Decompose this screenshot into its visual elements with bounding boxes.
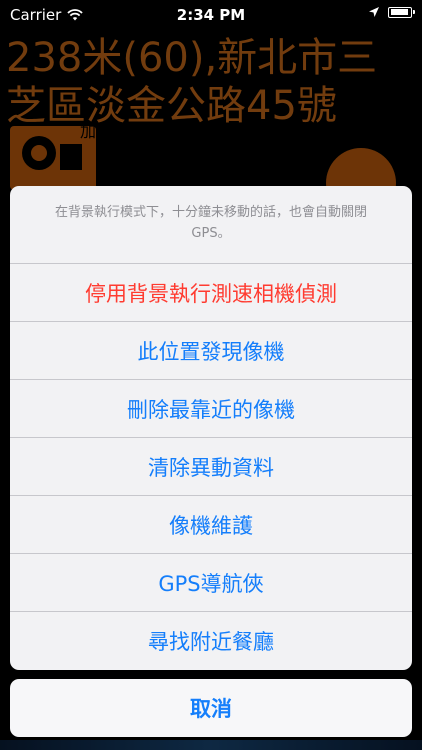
disable-background-detection-button[interactable]: 停用背景執行測速相機偵測: [10, 264, 412, 322]
action-sheet-message: 在背景執行模式下，十分鐘未移動的話，也會自動關閉GPS。: [10, 186, 412, 264]
find-nearby-restaurants-button[interactable]: 尋找附近餐廳: [10, 612, 412, 670]
clear-changes-button[interactable]: 清除異動資料: [10, 438, 412, 496]
cancel-button[interactable]: 取消: [10, 679, 412, 737]
cancel-label: 取消: [190, 697, 232, 721]
status-bar: Carrier 2:34 PM: [0, 0, 422, 30]
battery-fill: [390, 9, 408, 15]
gps-navigator-button[interactable]: GPS導航俠: [10, 554, 412, 612]
clock: 2:34 PM: [176, 6, 246, 24]
camera-maintenance-button[interactable]: 像機維護: [10, 496, 412, 554]
delete-nearest-camera-button[interactable]: 刪除最靠近的像機: [10, 380, 412, 438]
location-arrow-icon: [369, 7, 379, 17]
report-camera-here-button[interactable]: 此位置發現像機: [10, 322, 412, 380]
action-sheet: 在背景執行模式下，十分鐘未移動的話，也會自動關閉GPS。 停用背景執行測速相機偵…: [10, 186, 412, 737]
action-sheet-options: 在背景執行模式下，十分鐘未移動的話，也會自動關閉GPS。 停用背景執行測速相機偵…: [10, 186, 412, 670]
battery-icon: [388, 6, 415, 18]
